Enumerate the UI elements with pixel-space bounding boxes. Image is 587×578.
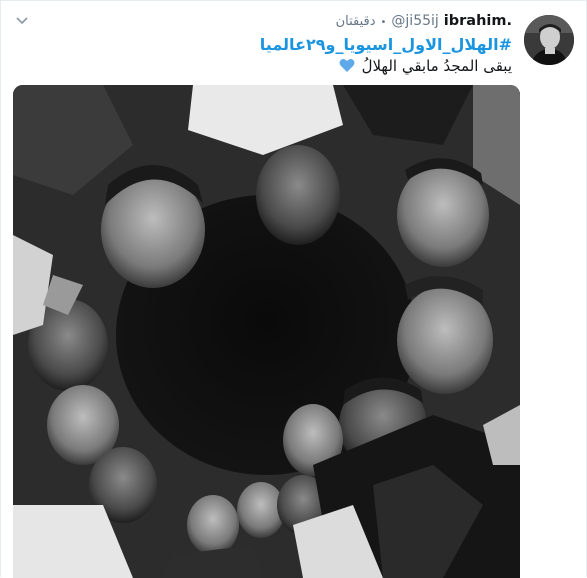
hashtag-link[interactable]: #الهلال_الاول_اسيويا_و٢٩عالميا [260,35,512,54]
tweet-text-body: يبقى المجدُ مابقي الهلالُ [361,57,512,75]
tweet-card[interactable]: ibrahim. @ji55ij • دقيقتان #الهلال_الاول… [0,0,587,578]
chevron-down-icon[interactable] [15,16,29,26]
screen-name[interactable]: @ji55ij [391,13,438,29]
tweet-media-photo[interactable] [13,85,520,578]
team-huddle-photo [13,85,520,578]
tweet-header: ibrahim. @ji55ij • دقيقتان [336,13,512,29]
separator-dot: • [380,17,387,28]
blue-heart-icon [339,57,362,75]
tweet-text: يبقى المجدُ مابقي الهلالُ [339,57,512,75]
timestamp[interactable]: دقيقتان [336,14,376,29]
avatar[interactable] [524,15,574,65]
display-name[interactable]: ibrahim. [444,13,512,29]
